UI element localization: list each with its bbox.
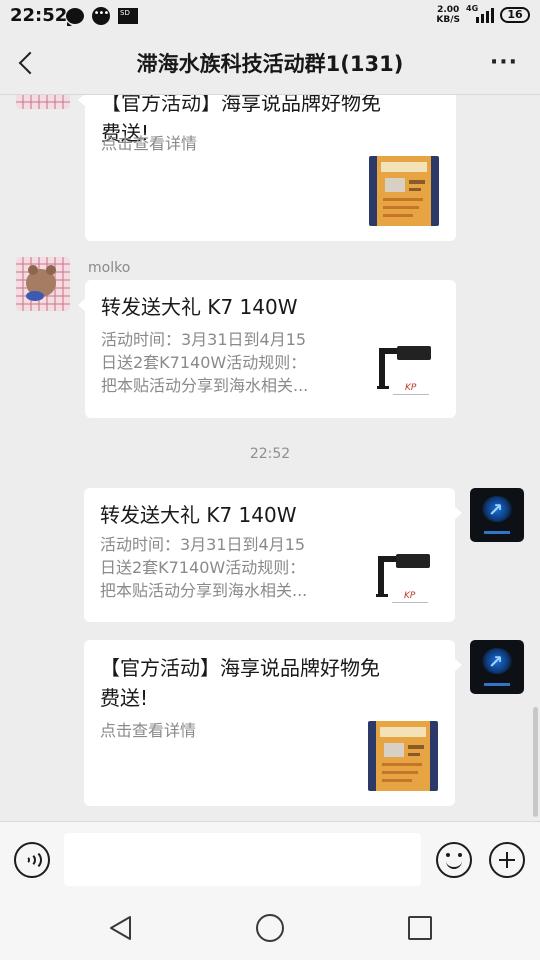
more-options-icon[interactable]: ··· <box>490 50 518 75</box>
more-notification-icon: ••• <box>92 7 110 25</box>
voice-input-icon[interactable] <box>14 842 50 878</box>
avatar-molko[interactable] <box>16 257 70 311</box>
signal-icon: 4G <box>466 4 494 23</box>
emoji-icon[interactable] <box>436 842 472 878</box>
nav-back-icon[interactable] <box>108 915 134 941</box>
card-title-line1: 【官方活动】海享说品牌好物免 <box>100 656 380 680</box>
card-thumbnail-image <box>368 721 438 791</box>
status-bar: 22:52 ••• SD 2.00 KB/S 4G 16 <box>0 0 540 32</box>
message-timestamp: 22:52 <box>249 446 291 462</box>
card-desc-line2: 日送2套K7140W活动规则： <box>100 558 306 577</box>
status-right: 2.00 KB/S 4G 16 <box>436 4 530 25</box>
network-speed: 2.00 KB/S <box>436 5 460 25</box>
card-thumbnail-lamp: KP <box>371 332 439 402</box>
message-list[interactable]: 【官方活动】海享说品牌好物免 费送! 点击查看详情 molko 转发送大礼 K7… <box>0 95 540 821</box>
link-card-k7-giveaway[interactable]: 转发送大礼 K7 140W 活动时间：3月31日到4月15 日送2套K7140W… <box>78 280 456 418</box>
network-type: 4G <box>466 4 479 13</box>
battery-icon: 16 <box>500 7 530 23</box>
card-title: 转发送大礼 K7 140W <box>100 503 297 527</box>
scrollbar-thumb[interactable] <box>533 707 538 817</box>
card-desc-line2: 日送2套K7140W活动规则： <box>101 353 307 372</box>
svg-text:KP: KP <box>404 591 416 601</box>
avatar-me[interactable]: ↗ <box>470 640 524 694</box>
card-thumbnail-image <box>369 156 439 226</box>
network-speed-unit: KB/S <box>436 15 460 25</box>
card-title-line1: 【官方活动】海享说品牌好物免 <box>101 95 381 115</box>
status-time: 22:52 <box>10 5 68 26</box>
sender-name: molko <box>88 260 131 276</box>
back-arrow-icon[interactable] <box>14 48 42 78</box>
card-desc-line1: 活动时间：3月31日到4月15 <box>100 535 306 554</box>
avatar-me[interactable]: ↗ <box>470 488 524 542</box>
avatar-molko-partial[interactable] <box>16 95 70 109</box>
link-card-k7-giveaway-sent[interactable]: 转发送大礼 K7 140W 活动时间：3月31日到4月15 日送2套K7140W… <box>84 488 462 622</box>
chat-title: 滞海水族科技活动群1(131) <box>136 52 404 76</box>
input-bar <box>0 821 540 898</box>
nav-recents-icon[interactable] <box>408 916 432 940</box>
card-desc: 点击查看详情 <box>100 721 197 740</box>
link-card-official-activity[interactable]: 【官方活动】海享说品牌好物免 费送! 点击查看详情 <box>78 95 456 241</box>
card-desc-line3: 把本贴活动分享到海水相关... <box>101 376 309 395</box>
svg-text:KP: KP <box>405 383 417 393</box>
message-input[interactable] <box>64 833 421 886</box>
link-card-official-activity-sent[interactable]: 【官方活动】海享说品牌好物免 费送! 点击查看详情 <box>84 640 462 806</box>
more-functions-plus-icon[interactable] <box>489 842 525 878</box>
sd-card-icon: SD <box>118 8 138 24</box>
card-title: 转发送大礼 K7 140W <box>101 295 298 319</box>
card-desc-line1: 活动时间：3月31日到4月15 <box>101 330 307 349</box>
nav-home-icon[interactable] <box>256 914 284 942</box>
system-nav-bar <box>0 898 540 960</box>
card-desc: 点击查看详情 <box>101 134 198 153</box>
chat-header: 滞海水族科技活动群1(131) ··· <box>0 32 540 94</box>
message-notification-icon <box>66 8 84 26</box>
card-thumbnail-lamp: KP <box>370 540 438 610</box>
card-title-line2: 费送! <box>100 686 149 710</box>
notification-icons: ••• SD <box>66 7 138 26</box>
network-speed-value: 2.00 <box>437 5 460 15</box>
card-desc-line3: 把本贴活动分享到海水相关... <box>100 581 308 600</box>
